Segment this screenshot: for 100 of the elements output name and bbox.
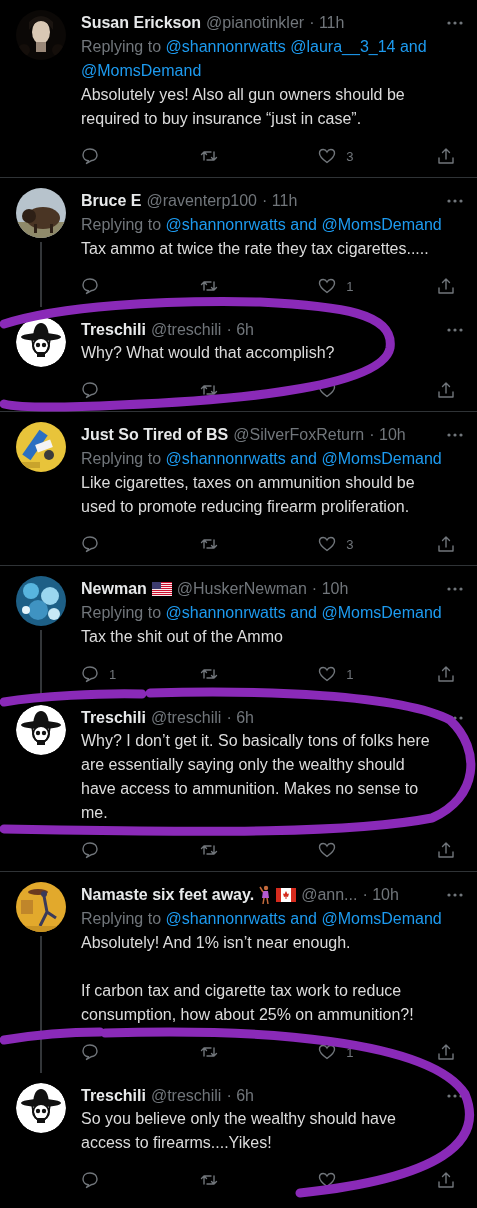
like-count: 1 (346, 666, 354, 682)
tweet-time: · 10h (311, 579, 349, 599)
share-icon (437, 147, 455, 165)
tweet-text: Tax the shit out of the Ammo (81, 627, 284, 647)
like-button[interactable]: 1 (318, 665, 354, 683)
replying-to-label: Replying to (81, 450, 162, 467)
more-icon[interactable] (447, 21, 463, 25)
user-name[interactable]: Treschili (81, 707, 146, 729)
user-name[interactable]: Bruce E (81, 190, 142, 212)
mention-link[interactable]: @MomsDemand (321, 216, 442, 233)
reply-count: 1 (109, 666, 117, 682)
user-handle[interactable]: @treschili (150, 319, 222, 341)
reply-button[interactable]: 1 (81, 665, 117, 683)
like-count: 3 (346, 536, 354, 552)
user-name[interactable]: Namaste six feet away. (81, 884, 255, 906)
reply-button[interactable] (81, 277, 99, 295)
us-flag-icon (151, 582, 172, 596)
more-icon[interactable] (447, 587, 463, 591)
user-name[interactable]: Susan Erickson (81, 12, 202, 34)
reply-icon (81, 277, 99, 295)
reply-button[interactable] (81, 147, 99, 165)
reply-icon (81, 535, 99, 553)
like-count: 1 (346, 278, 354, 294)
reply-button[interactable] (81, 841, 99, 859)
share-button[interactable] (437, 841, 455, 859)
more-icon[interactable] (447, 893, 463, 897)
reply-icon (81, 1043, 99, 1061)
mention-link[interactable]: @shannonrwatts and (165, 216, 317, 233)
mention-link[interactable]: @laura__3_14 and (290, 38, 427, 55)
replying-to-label: Replying to (81, 38, 162, 55)
reply-icon (81, 147, 99, 165)
share-icon (437, 1171, 455, 1189)
like-button[interactable] (318, 841, 337, 859)
user-handle[interactable]: @treschili (150, 1085, 222, 1107)
mention-link[interactable]: @shannonrwatts and (165, 450, 317, 467)
user-name[interactable]: Treschili (81, 319, 146, 341)
tweet-text: If carbon tax and cigarette tax work to reduce consumption, how about 25% on ammunition?! (81, 981, 415, 1025)
share-button[interactable] (437, 277, 455, 295)
mention-link[interactable]: @shannonrwatts (165, 38, 286, 55)
mention-link[interactable]: @MomsDemand (321, 910, 442, 927)
reply-icon (81, 381, 99, 399)
heart-icon (318, 665, 337, 683)
user-handle[interactable]: @raventerp100 (146, 190, 257, 212)
user-handle[interactable]: @SilverFoxReturn (233, 424, 365, 446)
share-button[interactable] (437, 535, 455, 553)
reply-button[interactable] (81, 1171, 99, 1189)
tweet-text: So you believe only the wealthy should have access to firearms....Yikes! (81, 1109, 397, 1153)
share-icon (437, 1043, 455, 1061)
user-handle[interactable]: @pianotinkler (206, 12, 305, 34)
tweet-text: Why? What would that accomplish? (81, 343, 336, 363)
user-handle[interactable]: @HuskerNewman (176, 578, 307, 600)
tweet-time: · 11h (309, 13, 345, 33)
tweet-text: Tax ammo at twice the rate they tax cigarettes..... (81, 239, 430, 259)
share-button[interactable] (437, 147, 455, 165)
share-button[interactable] (437, 381, 455, 399)
tweet-time: · 10h (362, 885, 399, 905)
heart-icon (318, 841, 337, 859)
reply-button[interactable] (81, 1043, 99, 1061)
user-name[interactable]: Treschili (81, 1085, 146, 1107)
tweet-time: · 11h (262, 191, 298, 211)
more-icon[interactable] (447, 433, 463, 437)
tweet-text: Like cigarettes, taxes on ammunition should be used to promote reducing firearm proliferation. (81, 473, 416, 517)
replying-to-label: Replying to (81, 910, 162, 927)
heart-icon (318, 147, 337, 165)
share-button[interactable] (437, 1171, 455, 1189)
canada-flag-icon (276, 888, 297, 902)
like-count: 3 (346, 148, 354, 164)
tweet-time: · 6h (226, 708, 254, 728)
mention-link[interactable]: @MomsDemand (81, 62, 202, 79)
share-button[interactable] (437, 1043, 455, 1061)
mention-link[interactable]: @shannonrwatts and (165, 604, 317, 621)
reply-button[interactable] (81, 381, 99, 399)
share-button[interactable] (437, 665, 455, 683)
user-name[interactable]: Newman (81, 578, 147, 600)
sombrero-skull-icon (16, 1083, 66, 1133)
user-handle[interactable]: @ann... (301, 884, 358, 906)
mention-link[interactable]: @MomsDemand (321, 604, 442, 621)
share-icon (437, 277, 455, 295)
like-button[interactable]: 3 (318, 147, 354, 165)
replying-to-label: Replying to (81, 216, 162, 233)
like-button[interactable]: 3 (318, 535, 354, 553)
user-handle[interactable]: @treschili (150, 707, 222, 729)
dancer-icon (259, 885, 272, 905)
tweet-text: Absolutely! And 1% isn’t near enough. (81, 933, 352, 953)
heart-icon (318, 1043, 337, 1061)
user-name[interactable]: Just So Tired of BS (81, 424, 229, 446)
tweet-time: · 6h (226, 1086, 254, 1106)
replying-to-label: Replying to (81, 604, 162, 621)
heart-icon (318, 277, 337, 295)
more-icon[interactable] (447, 1094, 463, 1098)
mention-link[interactable]: @MomsDemand (321, 450, 442, 467)
reply-button[interactable] (81, 535, 99, 553)
more-icon[interactable] (447, 199, 463, 203)
sombrero-skull-icon (16, 317, 66, 367)
mention-link[interactable]: @shannonrwatts and (165, 910, 317, 927)
share-icon (437, 841, 455, 859)
more-icon[interactable] (447, 328, 463, 332)
like-button[interactable]: 1 (318, 277, 354, 295)
share-icon (437, 381, 455, 399)
heart-icon (318, 535, 337, 553)
